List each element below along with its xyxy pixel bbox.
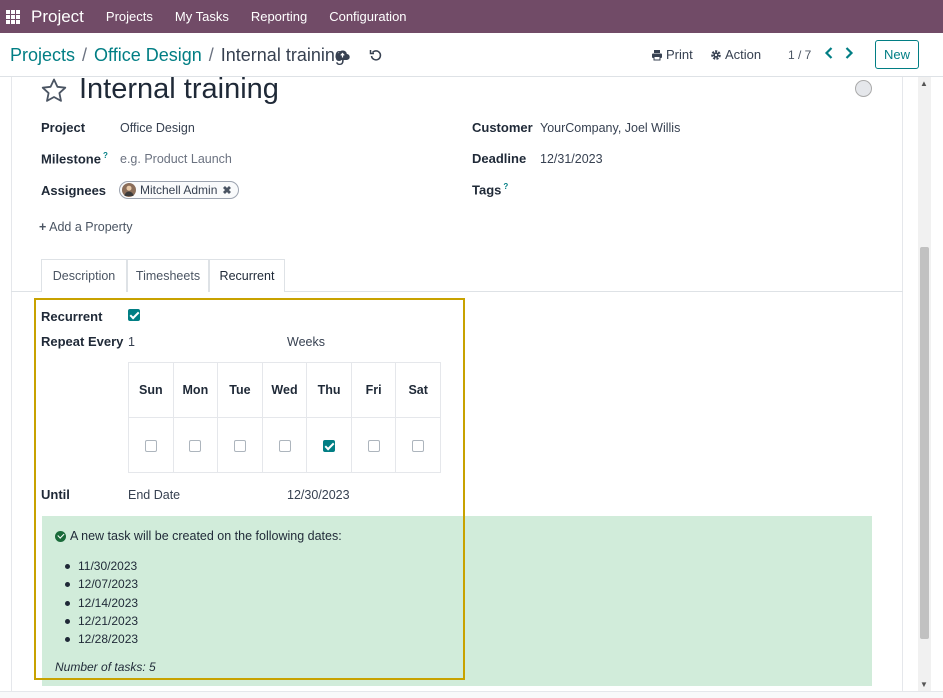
- weekday-header-wed: Wed: [261, 362, 308, 418]
- breadcrumb-separator: /: [208, 45, 214, 65]
- info-heading-text: A new task will be created on the follow…: [70, 529, 342, 543]
- check-circle-icon: [55, 530, 66, 542]
- add-property-button[interactable]: + Add a Property: [39, 220, 133, 234]
- tags-label-text: Tags: [472, 182, 502, 198]
- add-property-label: Add a Property: [49, 220, 133, 234]
- tab-description[interactable]: Description: [41, 259, 127, 292]
- weekday-checkbox-sat[interactable]: [412, 439, 425, 452]
- avatar: [122, 183, 136, 197]
- milestone-label: Milestone?: [41, 151, 108, 166]
- milestone-label-text: Milestone: [41, 151, 101, 167]
- breadcrumb-office-design[interactable]: Office Design: [94, 45, 202, 66]
- remove-tag-icon[interactable]: ✖: [222, 184, 231, 197]
- menu-reporting[interactable]: Reporting: [251, 9, 307, 24]
- tab-timesheets[interactable]: Timesheets: [127, 259, 209, 292]
- recurrent-label: Recurrent: [41, 309, 103, 324]
- assignee-tag[interactable]: Mitchell Admin ✖: [119, 181, 239, 199]
- project-field[interactable]: Office Design: [120, 121, 195, 135]
- list-item: 12/07/2023: [64, 575, 138, 593]
- list-item: 11/30/2023: [64, 557, 138, 575]
- weekday-header-sun: Sun: [128, 362, 174, 418]
- weekday-checkbox-wed[interactable]: [278, 439, 291, 452]
- chevron-left-icon[interactable]: [823, 46, 837, 62]
- until-type-select[interactable]: End Date: [128, 488, 180, 502]
- deadline-field[interactable]: 12/31/2023: [540, 152, 603, 166]
- weekday-checkbox-sun[interactable]: [144, 439, 157, 452]
- breadcrumb-projects[interactable]: Projects: [10, 45, 75, 66]
- weekday-cell: [172, 417, 219, 473]
- apps-menu-icon[interactable]: [6, 9, 20, 24]
- favorite-star-icon[interactable]: [40, 77, 68, 105]
- gear-icon: [711, 49, 721, 60]
- weekday-checkbox-tue[interactable]: [233, 439, 246, 452]
- scroll-thumb[interactable]: [920, 247, 929, 639]
- breadcrumb: Projects / Office Design / Internal trai…: [10, 45, 345, 66]
- list-item: 12/28/2023: [64, 630, 138, 648]
- scroll-down-icon[interactable]: ▼: [920, 680, 928, 689]
- tags-help-mark[interactable]: ?: [503, 182, 508, 191]
- printer-icon: [652, 49, 662, 60]
- control-panel: Projects / Office Design / Internal trai…: [0, 33, 943, 77]
- number-of-tasks: Number of tasks: 5: [55, 660, 156, 674]
- recurrence-dates-list: 11/30/2023 12/07/2023 12/14/2023 12/21/2…: [64, 557, 138, 648]
- app-brand[interactable]: Project: [31, 7, 84, 27]
- weekday-checkbox-mon[interactable]: [189, 439, 202, 452]
- bottom-border: [0, 691, 943, 698]
- until-date-field[interactable]: 12/30/2023: [287, 488, 350, 502]
- plus-icon: +: [39, 220, 47, 234]
- list-item: 12/21/2023: [64, 612, 138, 630]
- list-item: 12/14/2023: [64, 594, 138, 612]
- breadcrumb-separator: /: [82, 45, 88, 65]
- weekday-header-tue: Tue: [217, 362, 263, 418]
- until-label: Until: [41, 487, 70, 502]
- weekday-checkbox-fri[interactable]: [367, 439, 380, 452]
- assignees-label: Assignees: [41, 183, 107, 198]
- menu-projects[interactable]: Projects: [106, 9, 153, 24]
- action-label: Action: [725, 47, 762, 62]
- project-label: Project: [41, 120, 86, 135]
- menu-my-tasks[interactable]: My Tasks: [175, 9, 229, 24]
- weekday-cell: [128, 417, 174, 473]
- new-button[interactable]: New: [875, 40, 919, 69]
- weekday-header-thu: Thu: [306, 362, 352, 418]
- weekday-checkbox-thu[interactable]: [323, 439, 336, 452]
- weekday-cell: [217, 417, 263, 473]
- weekday-header-mon: Mon: [172, 362, 219, 418]
- weekday-header-fri: Fri: [350, 362, 397, 418]
- weekday-table: Sun Mon Tue Wed Thu Fri Sat: [128, 362, 441, 473]
- task-title[interactable]: Internal training: [79, 73, 279, 106]
- weekday-header-sat: Sat: [395, 362, 441, 418]
- print-button[interactable]: Print: [651, 47, 693, 62]
- breadcrumb-current: Internal training: [220, 45, 345, 65]
- milestone-field[interactable]: e.g. Product Launch: [120, 152, 232, 166]
- menu-configuration[interactable]: Configuration: [329, 9, 406, 24]
- save-cloud-icon[interactable]: [334, 47, 350, 63]
- recurrent-checkbox[interactable]: [128, 309, 140, 321]
- pager-value[interactable]: 1 / 7: [788, 48, 811, 62]
- weekday-cell: [395, 417, 441, 473]
- chevron-right-icon[interactable]: [843, 46, 857, 62]
- repeat-unit-select[interactable]: Weeks: [287, 335, 325, 349]
- print-label: Print: [666, 47, 693, 62]
- scroll-up-icon[interactable]: ▲: [920, 79, 928, 88]
- repeat-interval-input[interactable]: 1: [128, 335, 135, 349]
- top-navbar: Project Projects My Tasks Reporting Conf…: [0, 0, 943, 33]
- weekday-cell: [350, 417, 397, 473]
- milestone-help-mark[interactable]: ?: [103, 151, 108, 160]
- discard-undo-icon[interactable]: [368, 47, 384, 63]
- deadline-label: Deadline: [472, 151, 527, 166]
- customer-label: Customer: [472, 120, 533, 135]
- weekday-cell: [261, 417, 308, 473]
- action-button[interactable]: Action: [710, 47, 761, 62]
- task-status-indicator[interactable]: [855, 80, 872, 97]
- tab-recurrent[interactable]: Recurrent: [209, 259, 285, 292]
- assignee-name: Mitchell Admin: [140, 183, 218, 197]
- tags-label: Tags?: [472, 182, 508, 197]
- customer-field[interactable]: YourCompany, Joel Willis: [540, 121, 680, 135]
- scrollbar[interactable]: ▲ ▼: [918, 77, 931, 691]
- info-heading: A new task will be created on the follow…: [55, 529, 342, 543]
- repeat-every-label: Repeat Every: [41, 334, 124, 349]
- weekday-cell: [306, 417, 352, 473]
